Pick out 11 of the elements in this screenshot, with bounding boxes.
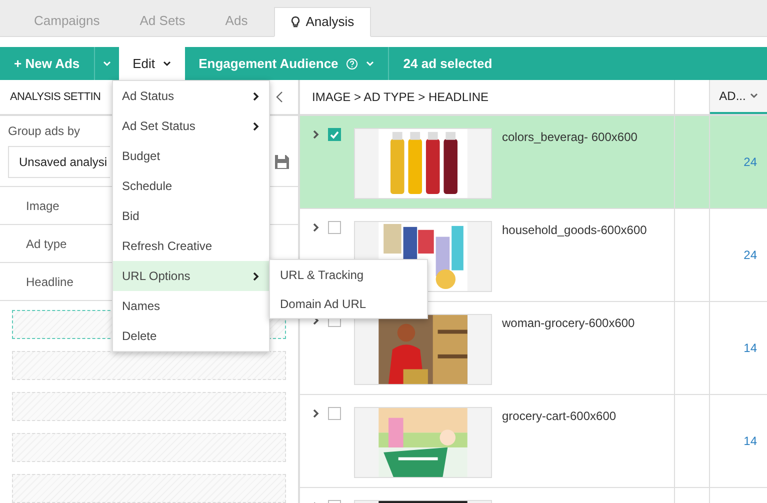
ad-name: grocery-cart-600x600 xyxy=(502,408,616,425)
ad-count: 24 xyxy=(744,154,757,171)
ad-count: 24 xyxy=(744,247,757,264)
ad-name: woman-grocery-600x600 xyxy=(502,315,635,332)
ad-name: colors_beverag- 600x600 xyxy=(502,129,638,146)
group-label: Group ads by xyxy=(8,123,80,140)
panel-title: ANALYSIS SETTIN xyxy=(10,90,101,105)
ad-count: 14 xyxy=(744,433,757,450)
selection-count: 24 ad selected xyxy=(403,54,492,73)
ad-count: 14 xyxy=(744,340,757,357)
ad-name: household_goods-600x600 xyxy=(502,222,647,239)
